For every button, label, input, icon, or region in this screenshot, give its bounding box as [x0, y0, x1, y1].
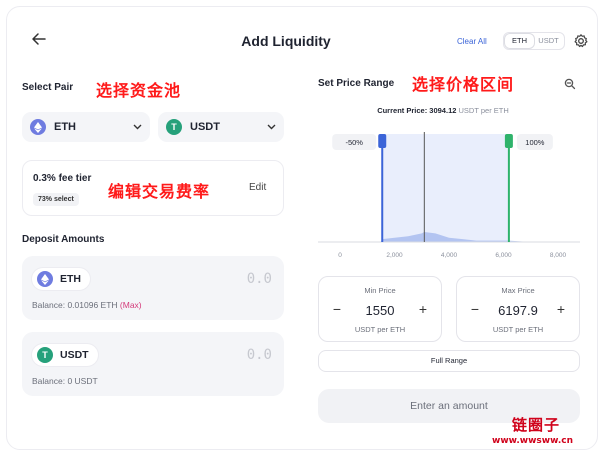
token-toggle: ETH USDT — [503, 32, 565, 50]
eth-icon — [30, 119, 46, 135]
token-b-select[interactable]: T USDT — [158, 112, 284, 142]
token-a-label: ETH — [54, 121, 76, 133]
deposit-eth-amount-input[interactable]: 0.0 — [247, 271, 272, 287]
current-price-value: 3094.12 — [429, 106, 457, 115]
x-tick-label: 4,000 — [441, 252, 458, 259]
watermark-url: www.wwsww.cn — [492, 436, 573, 446]
full-range-button[interactable]: Full Range — [318, 350, 580, 372]
fee-select-badge: 73% select — [33, 193, 79, 206]
x-tick-label: 8,000 — [550, 252, 567, 259]
select-pair-label: Select Pair — [22, 82, 74, 93]
max-increment-button[interactable]: + — [551, 299, 571, 319]
watermark-title: 链圈子 — [512, 416, 561, 434]
deposit-eth-balance-text: Balance: 0.01096 ETH — [32, 300, 118, 310]
usdt-icon: T — [37, 347, 53, 363]
max-price-box: Max Price − 6197.9 + USDT per ETH — [456, 276, 580, 342]
chevron-down-icon — [133, 122, 142, 132]
deposit-eth-balance: Balance: 0.01096 ETH (Max) — [32, 300, 142, 310]
min-percent-tag: -50% — [345, 138, 363, 147]
watermark: 链圈子 www.wwsww.cn — [492, 414, 602, 454]
min-price-label: Min Price — [364, 286, 396, 295]
zoom-icon[interactable] — [562, 76, 578, 92]
toggle-usdt[interactable]: USDT — [534, 34, 563, 48]
deposit-amounts-label: Deposit Amounts — [22, 234, 105, 245]
min-price-box: Min Price − 1550 + USDT per ETH — [318, 276, 442, 342]
fee-tier-title: 0.3% fee tier — [33, 173, 92, 184]
selected-range-area — [382, 134, 509, 242]
max-percent-tag: 100% — [525, 138, 545, 147]
min-price-unit: USDT per ETH — [354, 325, 406, 334]
toggle-eth[interactable]: ETH — [505, 34, 534, 48]
min-range-handle[interactable] — [378, 134, 387, 148]
x-tick-label: 6,000 — [495, 252, 512, 259]
price-range-chart[interactable]: -50% 100% 0 2,000 4,000 6,000 8,000 — [318, 118, 580, 264]
max-button[interactable]: (Max) — [120, 300, 142, 310]
current-price: Current Price: 3094.12 USDT per ETH — [300, 106, 586, 115]
current-price-label: Current Price: — [377, 106, 428, 115]
eth-icon — [37, 271, 53, 287]
deposit-usdt-card[interactable]: T USDT 0.0 Balance: 0 USDT — [22, 332, 284, 396]
max-price-unit: USDT per ETH — [492, 325, 544, 334]
deposit-eth-token: ETH — [32, 268, 90, 290]
min-increment-button[interactable]: + — [413, 299, 433, 319]
fee-annotation: 编辑交易费率 — [108, 182, 211, 201]
x-tick-label: 0 — [338, 252, 342, 259]
select-pair-annotation: 选择资金池 — [96, 81, 182, 100]
deposit-usdt-symbol: USDT — [60, 349, 89, 361]
token-b-label: USDT — [190, 121, 220, 133]
clear-all-link[interactable]: Clear All — [457, 37, 487, 46]
usdt-icon: T — [166, 119, 182, 135]
set-price-range-label: Set Price Range — [318, 78, 395, 89]
chevron-down-icon — [267, 122, 276, 132]
token-a-select[interactable]: ETH — [22, 112, 150, 142]
deposit-usdt-balance: Balance: 0 USDT — [32, 376, 98, 386]
gear-icon[interactable] — [573, 33, 589, 49]
edit-fee-button[interactable]: Edit — [249, 182, 266, 193]
deposit-eth-card[interactable]: ETH 0.0 Balance: 0.01096 ETH (Max) — [22, 256, 284, 320]
deposit-usdt-token: T USDT — [32, 344, 98, 366]
deposit-usdt-amount-input[interactable]: 0.0 — [247, 347, 272, 363]
max-price-label: Max Price — [501, 286, 535, 295]
max-range-handle[interactable] — [504, 134, 513, 148]
current-price-unit: USDT per ETH — [458, 106, 509, 115]
price-range-annotation: 选择价格区间 — [412, 75, 515, 94]
x-tick-label: 2,000 — [386, 252, 403, 259]
deposit-eth-symbol: ETH — [60, 273, 81, 285]
